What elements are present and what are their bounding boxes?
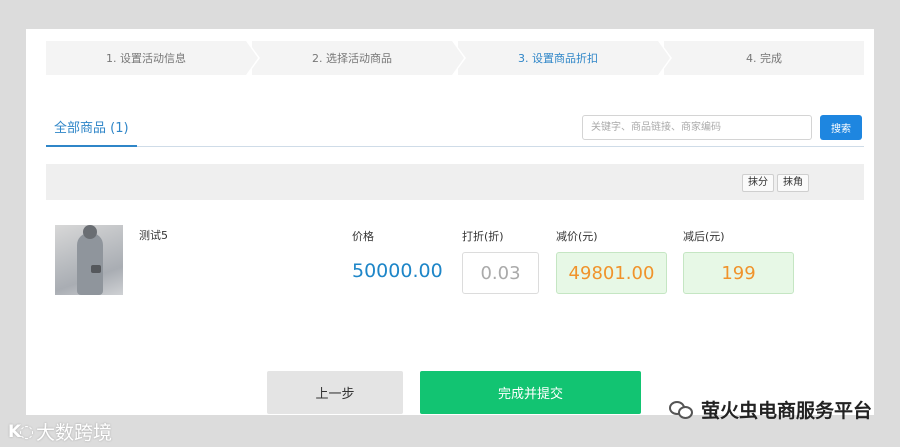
watermark-right-text: 萤火虫电商服务平台 [700,400,872,422]
discount-column-label: 打折(折) [462,230,504,243]
reduce-amount-input[interactable]: 49801.00 [556,252,667,294]
bulk-action-bar: 抹分 抹角 [46,164,864,200]
discount-input[interactable]: 0.03 [462,252,539,294]
price-column-label: 价格 [352,230,374,243]
watermark-left: K◌ 大数跨境 [8,418,112,445]
step-2: 2. 选择活动商品 [252,39,466,77]
search-input[interactable] [582,115,812,140]
round-cents-button[interactable]: 抹分 [742,174,774,192]
after-price-input[interactable]: 199 [683,252,794,294]
step-1: 1. 设置活动信息 [46,39,260,77]
product-name[interactable]: 测试5 [139,227,168,243]
step-4-label: 4. 完成 [746,52,782,65]
product-thumbnail [55,225,123,295]
step-1-label: 1. 设置活动信息 [106,52,186,65]
wechat-icon [668,399,695,421]
tab-all-products[interactable]: 全部商品 (1) [46,115,137,147]
watermark-left-text: 大数跨境 [36,422,113,444]
after-column-label: 减后(元) [683,230,725,243]
product-price: 50000.00 [352,260,443,282]
step-progress-bar: 1. 设置活动信息 2. 选择活动商品 3. 设置商品折扣 4. 完成 [46,39,864,77]
watermark-right: 萤火虫电商服务平台 [668,396,872,423]
step-3-active: 3. 设置商品折扣 [458,39,672,77]
search-button[interactable]: 搜索 [820,115,862,140]
discount-setup-panel: 1. 设置活动信息 2. 选择活动商品 3. 设置商品折扣 4. 完成 全部商品… [26,29,874,415]
brand-logo-icon: K◌ [8,421,34,442]
tab-row: 全部商品 (1) 搜索 [46,115,864,147]
complete-submit-button[interactable]: 完成并提交 [420,371,641,414]
previous-step-button[interactable]: 上一步 [267,371,403,414]
reduce-column-label: 减价(元) [556,230,598,243]
step-2-label: 2. 选择活动商品 [312,52,392,65]
step-4: 4. 完成 [664,41,864,75]
step-3-label: 3. 设置商品折扣 [518,52,598,65]
round-jiao-button[interactable]: 抹角 [777,174,809,192]
